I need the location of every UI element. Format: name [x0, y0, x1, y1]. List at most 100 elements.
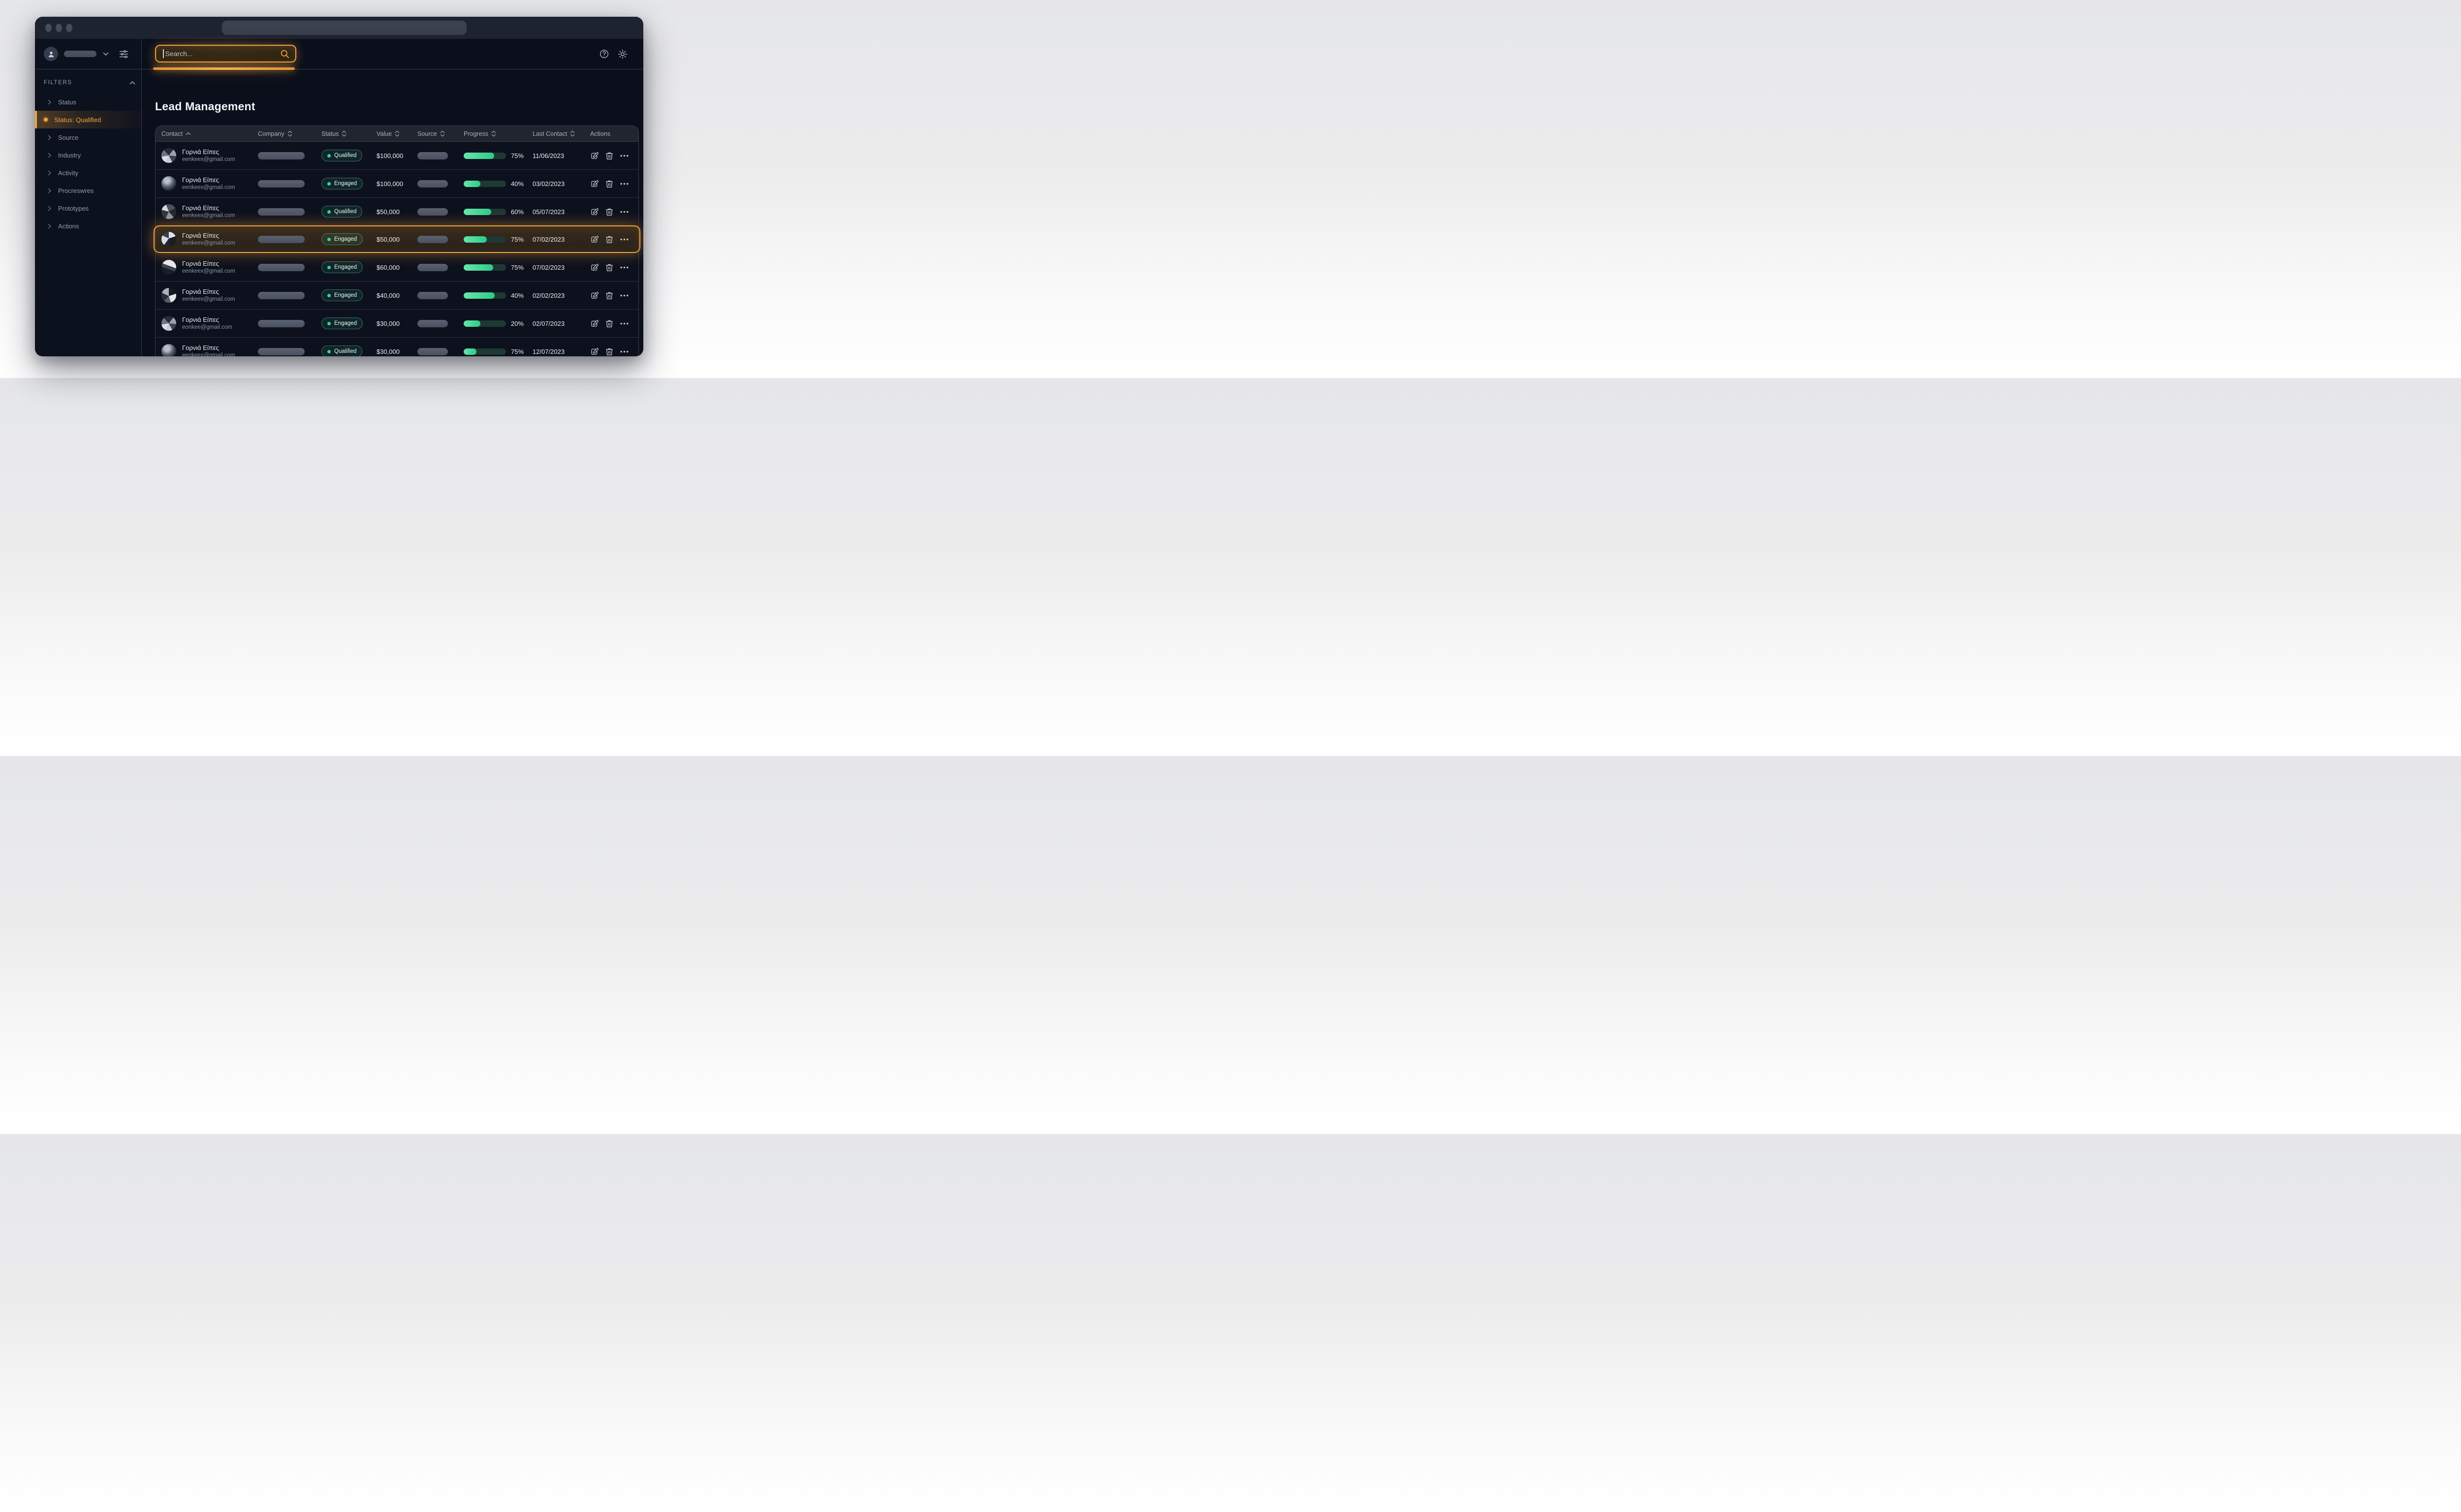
sort-icon [570, 130, 575, 137]
table-row[interactable]: Γορνιά Είπες eenkeex@gmail.com Qualified… [156, 337, 638, 356]
progress-percent: 60% [511, 208, 524, 216]
sidebar-item-procreswres[interactable]: Procreswres [44, 182, 135, 199]
status-badge: Qualified [321, 206, 362, 218]
search-icon[interactable] [280, 49, 289, 59]
table-row[interactable]: Γορνιά Είπες eenkeex@gmail.com Qualified… [156, 141, 638, 169]
company-cell [258, 292, 321, 299]
table-row[interactable]: Γορνιά Είπες eenkeex@gmail.com Qualified… [156, 197, 638, 225]
source-placeholder [417, 180, 448, 188]
filters-collapse-icon[interactable] [129, 81, 135, 85]
last-contact-cell: 02/07/2023 [533, 320, 590, 327]
window-zoom-button[interactable] [66, 24, 72, 32]
contact-email: eenkeex@gmail.com [182, 212, 235, 220]
table-column-header[interactable]: Contact [161, 130, 258, 137]
progress-fill [464, 348, 476, 355]
table-column-header[interactable]: Actions [590, 130, 632, 137]
table-row[interactable]: Γορνιά Είπες eenkeex@gmail.com Engaged $… [156, 281, 638, 309]
status-cell: Engaged [321, 233, 377, 245]
window-minimize-button[interactable] [56, 24, 62, 32]
sidebar-item-source[interactable]: Source [44, 128, 135, 146]
more-options-icon[interactable] [620, 294, 629, 297]
sort-icon [287, 130, 292, 137]
edit-icon[interactable] [590, 291, 599, 300]
contact-email: eenkeex@gmail.com [182, 296, 235, 303]
contact-name: Γορνιά Είπες [182, 344, 235, 352]
contact-name: Γορνιά Είπες [182, 204, 235, 212]
progress-bar [464, 181, 506, 187]
contact-cell: Γορνιά Είπες eenkeex@gmail.com [161, 231, 258, 247]
more-options-icon[interactable] [620, 183, 629, 185]
edit-icon[interactable] [590, 208, 599, 216]
delete-trash-icon[interactable] [605, 263, 613, 272]
window-close-button[interactable] [45, 24, 52, 32]
more-options-icon[interactable] [620, 322, 629, 325]
sidebar-item-actions[interactable]: Actions [44, 217, 135, 235]
table-column-header[interactable]: Source [417, 130, 464, 137]
chevron-down-icon[interactable] [103, 52, 109, 56]
delete-trash-icon[interactable] [605, 291, 613, 300]
more-options-icon[interactable] [620, 350, 629, 353]
contact-name: Γορνιά Είπες [182, 176, 235, 184]
table-column-header[interactable]: Value [377, 130, 417, 137]
edit-icon[interactable] [590, 235, 599, 244]
search-input[interactable] [164, 49, 281, 58]
delete-trash-icon[interactable] [605, 347, 613, 356]
table-row[interactable]: Γορνιά Είπες eenkeex@gmail.com Engaged $… [156, 169, 638, 197]
contact-avatar [161, 288, 176, 303]
status-dot-icon [327, 154, 331, 158]
table-column-header[interactable]: Progress [464, 130, 533, 137]
text-cursor [163, 49, 164, 58]
contact-avatar [161, 316, 176, 331]
progress-fill [464, 236, 487, 243]
sidebar-item-industry[interactable]: Industry [44, 146, 135, 164]
delete-trash-icon[interactable] [605, 208, 613, 216]
sidebar-item-status[interactable]: Status [44, 93, 135, 111]
more-options-icon[interactable] [620, 266, 629, 269]
more-options-icon[interactable] [620, 238, 629, 241]
progress-cell: 75% [464, 264, 533, 271]
more-options-icon[interactable] [620, 211, 629, 213]
sidebar-item-status-qualified[interactable]: Status: Qualified [35, 111, 142, 128]
page-title: Lead Management [155, 100, 643, 113]
search-bar[interactable] [155, 45, 296, 63]
edit-icon[interactable] [590, 152, 599, 160]
delete-trash-icon[interactable] [605, 319, 613, 328]
progress-bar [464, 348, 506, 355]
settings-gear-icon[interactable] [618, 49, 628, 59]
status-cell: Engaged [321, 289, 377, 301]
edit-icon[interactable] [590, 180, 599, 188]
source-cell [417, 320, 464, 327]
last-contact-cell: 12/07/2023 [533, 348, 590, 355]
status-cell: Engaged [321, 261, 377, 273]
table-row[interactable]: Γορνιά Είπες eenkeex@gmail.com Engaged $… [156, 253, 638, 281]
help-icon[interactable] [599, 49, 609, 59]
source-placeholder [417, 236, 448, 243]
delete-trash-icon[interactable] [605, 235, 613, 244]
user-avatar[interactable] [44, 47, 58, 61]
table-column-header[interactable]: Last Contact [533, 130, 590, 137]
sidebar-item-prototypes[interactable]: Prototypes [44, 199, 135, 217]
table-row[interactable]: Γορνιά Είπες eenkeex@gmail.com Engaged $… [154, 225, 640, 253]
more-options-icon[interactable] [620, 155, 629, 157]
source-placeholder [417, 348, 448, 355]
source-cell [417, 180, 464, 188]
filter-sliders-icon[interactable] [119, 50, 128, 59]
edit-icon[interactable] [590, 263, 599, 272]
table-body: Γορνιά Είπες eenkeex@gmail.com Qualified… [156, 141, 638, 356]
table-row[interactable]: Γορνιά Είπες eonkee@gmail.com Engaged $3… [156, 309, 638, 337]
last-contact-cell: 07/02/2023 [533, 264, 590, 271]
sidebar-item-activity[interactable]: Activity [44, 164, 135, 182]
edit-icon[interactable] [590, 347, 599, 356]
chevron-right-icon [48, 188, 52, 193]
delete-trash-icon[interactable] [605, 180, 613, 188]
delete-trash-icon[interactable] [605, 152, 613, 160]
edit-icon[interactable] [590, 319, 599, 328]
contact-email: eenkeex@gmail.com [182, 184, 235, 191]
topbar [142, 39, 643, 69]
progress-percent: 75% [511, 152, 524, 159]
filter-item-label: Activity [58, 169, 78, 177]
table-column-header[interactable]: Company [258, 130, 321, 137]
contact-avatar [161, 148, 176, 163]
table-column-header[interactable]: Status [321, 130, 377, 137]
window-title-placeholder [222, 21, 467, 35]
